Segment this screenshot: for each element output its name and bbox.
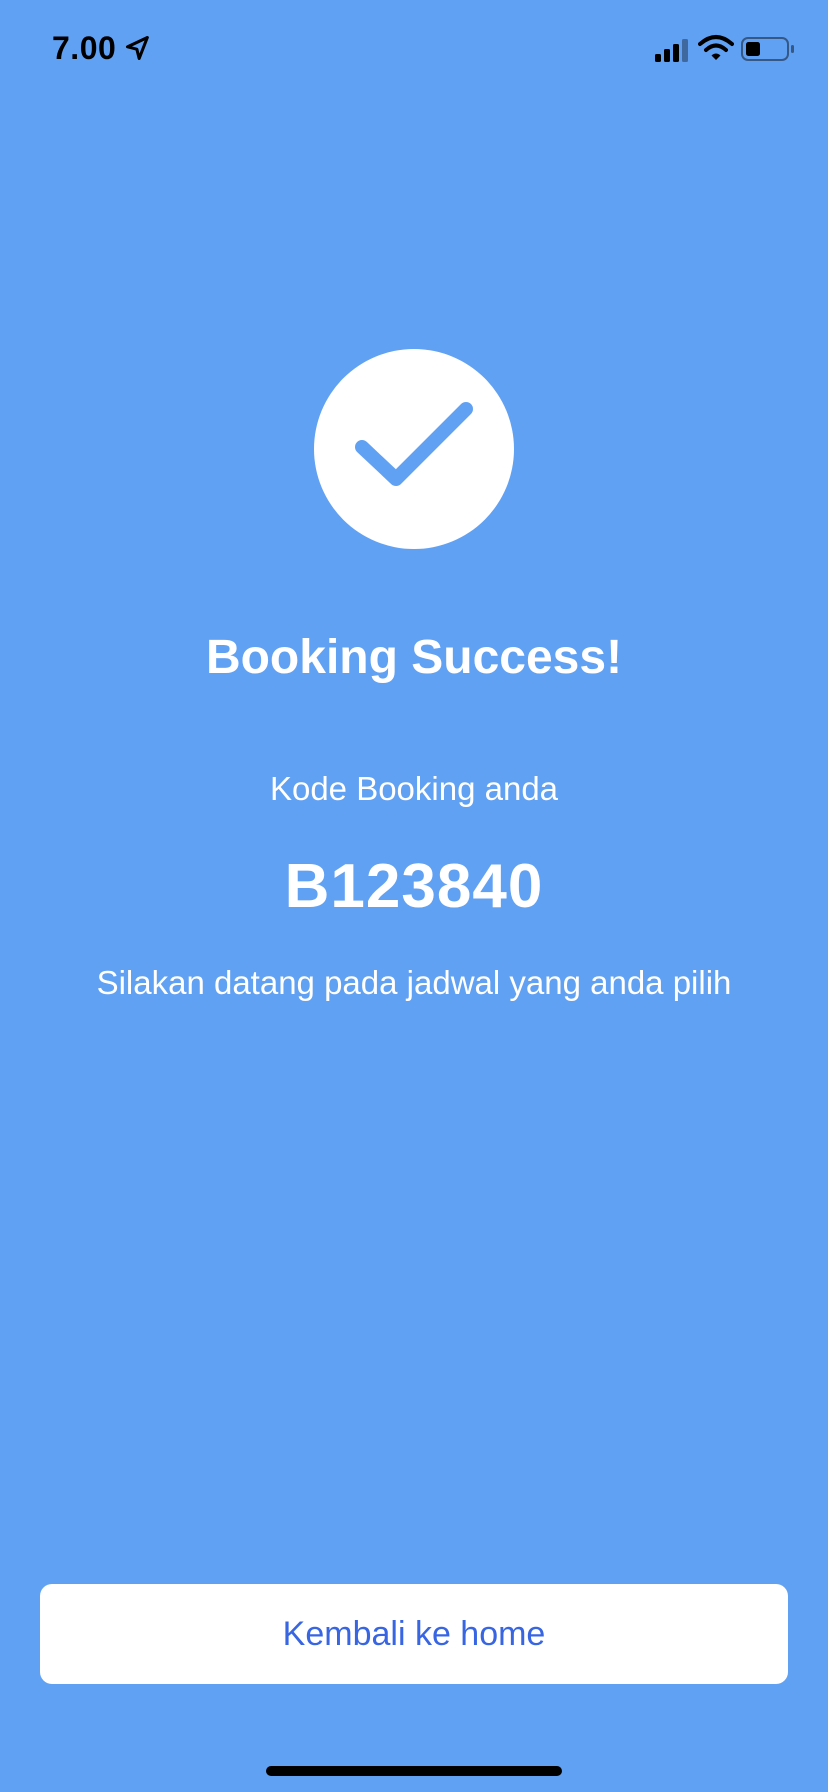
- booking-code-label: Kode Booking anda: [269, 770, 559, 807]
- battery-icon: [741, 37, 794, 61]
- status-time: 7.00: [52, 30, 117, 66]
- success-message: Silakan datang pada jadwal yang anda pil…: [96, 964, 732, 1001]
- success-title: Booking Success!: [205, 631, 623, 684]
- status-bar: 7.00: [0, 0, 828, 100]
- location-arrow-icon: [125, 35, 149, 61]
- back-to-home-button[interactable]: Kembali ke home: [40, 1584, 788, 1684]
- booking-code: B123840: [284, 852, 544, 921]
- wifi-icon: [698, 35, 734, 60]
- cellular-signal-icon: [655, 39, 688, 62]
- home-indicator: [266, 1766, 562, 1776]
- success-badge: [314, 349, 514, 549]
- checkmark-icon: [355, 402, 473, 486]
